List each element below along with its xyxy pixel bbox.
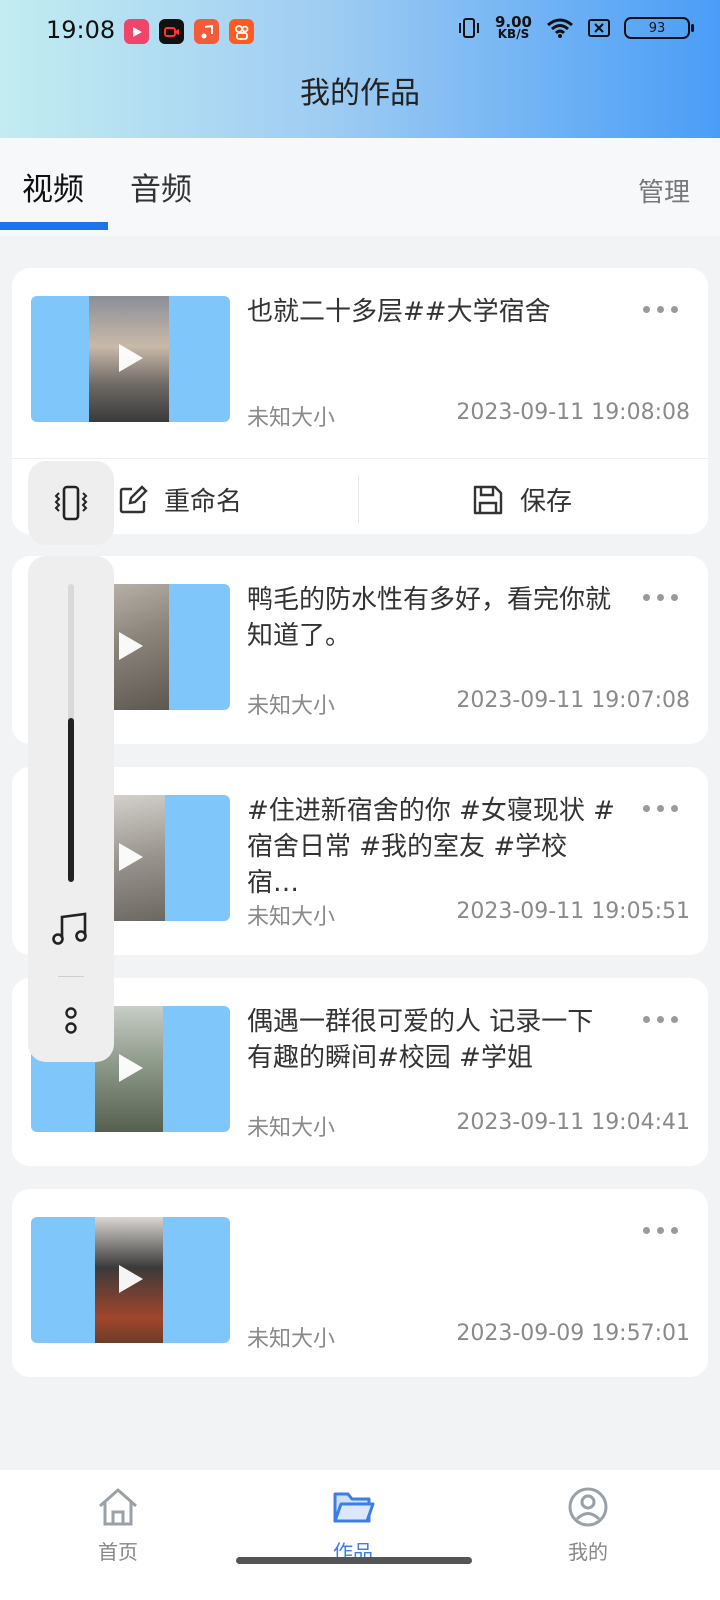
play-icon [119,1265,143,1293]
wifi-icon [547,18,573,38]
volume-level [68,718,74,882]
work-title: #住进新宿舍的你 #女寝现状 #宿舍日常 #我的室友 #学校宿… [247,796,615,898]
work-date: 2023-09-11 19:07:08 [456,688,690,713]
play-icon [119,1054,143,1082]
work-title: 也就二十多层##大学宿舍 [247,297,551,327]
edit-icon [119,484,148,513]
work-size: 未知大小 [247,1327,336,1352]
video-thumbnail[interactable] [31,296,230,422]
tab-audio[interactable]: 音频 [130,164,192,209]
video-thumbnail[interactable] [31,1217,230,1343]
nav-home-label: 首页 [98,1540,138,1564]
rename-label: 重命名 [164,487,243,517]
save-label: 保存 [520,487,573,517]
battery-icon: 93 [624,17,694,39]
camera-app-icon [159,19,184,44]
tab-bar: 视频 音频 管理 [0,138,720,236]
work-card[interactable]: 也就二十多层##大学宿舍 未知大小 2023-09-11 19:08:08 重命… [12,268,708,534]
work-card[interactable]: 未知大小 2023-09-09 19:57:01 [12,1189,708,1377]
rename-button[interactable]: 重命名 [118,481,242,518]
more-options-icon[interactable] [643,306,678,313]
status-time: 19:08 [46,16,116,44]
tab-video[interactable]: 视频 [22,164,84,209]
more-options-icon[interactable] [643,1227,678,1234]
more-options-icon[interactable] [643,805,678,812]
vibrate-status-icon [458,18,479,38]
music-app-icon [194,19,219,44]
work-title: 偶遇一群很可爱的人 记录一下有趣的瞬间#校园 #学姐 [247,1007,594,1073]
work-card[interactable]: 偶遇一群很可爱的人 记录一下有趣的瞬间#校园 #学姐 未知大小 2023-09-… [12,978,708,1166]
top-header: 19:08 9.00 KB/S 93 我的作品 [0,0,720,138]
work-date: 2023-09-11 19:05:51 [456,899,690,924]
video-app-icon [124,19,149,44]
kuaishou-app-icon [229,19,254,44]
home-icon [99,1488,137,1526]
work-date: 2023-09-11 19:08:08 [456,400,690,425]
nav-mine[interactable]: 我的 [528,1486,648,1565]
manage-button[interactable]: 管理 [638,172,690,209]
work-size: 未知大小 [247,694,336,719]
work-size: 未知大小 [247,406,336,431]
home-indicator[interactable] [236,1557,472,1564]
status-right: 9.00 KB/S 93 [457,13,694,41]
sim-icon [588,19,610,37]
more-options-icon[interactable] [643,594,678,601]
work-title: 鸭毛的防水性有多好，看完你就知道了。 [247,585,612,651]
ring-mode-button[interactable] [28,461,114,545]
work-card[interactable]: 鸭毛的防水性有多好，看完你就知道了。 未知大小 2023-09-11 19:07… [12,556,708,744]
action-divider [358,475,359,523]
music-note-icon [52,912,90,950]
vibrate-icon [54,485,88,521]
nav-mine-label: 我的 [568,1540,608,1564]
play-icon [119,843,143,871]
work-date: 2023-09-09 19:57:01 [456,1321,690,1346]
work-size: 未知大小 [247,1116,336,1141]
nav-home[interactable]: 首页 [58,1486,178,1565]
bottom-navigation: 首页 作品 我的 [0,1470,720,1600]
save-button[interactable]: 保存 [472,481,572,518]
tab-active-indicator [0,222,108,230]
nav-works[interactable]: 作品 [293,1486,413,1565]
profile-icon [568,1487,608,1527]
more-options-icon[interactable] [643,1016,678,1023]
volume-settings-icon[interactable] [62,1006,80,1040]
status-app-icons [124,19,254,44]
card-action-bar: 重命名 保存 [12,458,708,538]
work-size: 未知大小 [247,905,336,930]
work-card[interactable]: #住进新宿舍的你 #女寝现状 #宿舍日常 #我的室友 #学校宿… 未知大小 20… [12,767,708,955]
folder-icon [333,1492,375,1523]
save-icon [473,485,503,514]
network-speed: 9.00 KB/S [494,13,532,41]
volume-panel [28,556,114,1062]
work-date: 2023-09-11 19:04:41 [456,1110,690,1135]
page-title: 我的作品 [300,76,420,111]
play-icon [119,344,143,372]
panel-divider [58,976,84,977]
play-icon [119,632,143,660]
